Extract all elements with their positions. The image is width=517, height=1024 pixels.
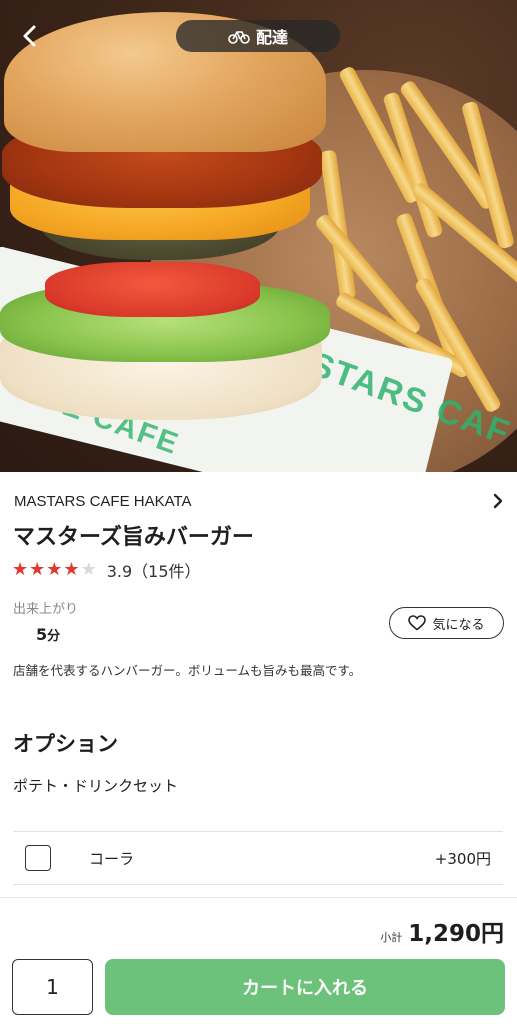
heart-icon bbox=[408, 615, 427, 631]
prep-time-unit: 分 bbox=[47, 629, 61, 644]
favorite-button[interactable]: 気になる bbox=[389, 607, 504, 639]
product-photo: MASTARS CAF FE CAFE bbox=[0, 0, 517, 472]
bicycle-icon bbox=[228, 31, 250, 44]
prep-time-label: 出来上がり bbox=[13, 602, 79, 617]
option-group-title: ポテト・ドリンクセット bbox=[13, 777, 179, 795]
star-filled-icon: ★ bbox=[12, 559, 29, 580]
subtotal: 小計 1,290円 bbox=[380, 914, 504, 948]
chevron-right-icon bbox=[493, 493, 503, 509]
shop-link[interactable]: MASTARS CAFE HAKATA bbox=[14, 490, 504, 512]
back-button[interactable] bbox=[12, 18, 48, 54]
product-title: マスターズ旨みバーガー bbox=[13, 525, 254, 550]
quantity-selector[interactable]: 1 bbox=[12, 959, 93, 1015]
tomato bbox=[45, 262, 260, 317]
star-rating: ★ ★ ★ ★ ★ bbox=[12, 561, 97, 579]
option-price: +300円 bbox=[434, 849, 491, 868]
prep-time-value: 5分 bbox=[36, 625, 60, 644]
star-filled-icon: ★ bbox=[63, 559, 80, 580]
option-name: コーラ bbox=[89, 849, 135, 868]
options-section-title: オプション bbox=[13, 732, 118, 756]
product-description: 店舗を代表するハンバーガー。ボリュームも旨みも最高です。 bbox=[13, 663, 362, 678]
rating-text: 3.9（15件） bbox=[106, 562, 201, 581]
prep-time-number: 5 bbox=[36, 625, 48, 644]
shop-name: MASTARS CAFE HAKATA bbox=[14, 492, 192, 510]
chevron-left-icon bbox=[23, 25, 36, 47]
star-filled-icon: ★ bbox=[29, 559, 46, 580]
divider bbox=[13, 884, 503, 885]
footer-divider bbox=[0, 897, 517, 898]
subtotal-value: 1,290円 bbox=[408, 921, 504, 947]
subtotal-label: 小計 bbox=[380, 931, 403, 944]
delivery-mode-label: 配達 bbox=[255, 28, 288, 47]
option-checkbox[interactable] bbox=[25, 845, 51, 871]
star-empty-icon: ★ bbox=[80, 559, 97, 580]
star-filled-icon: ★ bbox=[46, 559, 63, 580]
rating[interactable]: ★ ★ ★ ★ ★ 3.9（15件） bbox=[12, 558, 201, 582]
option-row-cola[interactable]: コーラ +300円 bbox=[13, 832, 503, 884]
favorite-label: 気になる bbox=[432, 616, 485, 632]
delivery-mode-badge[interactable]: 配達 bbox=[176, 20, 340, 52]
add-to-cart-button[interactable]: カートに入れる bbox=[105, 959, 505, 1015]
